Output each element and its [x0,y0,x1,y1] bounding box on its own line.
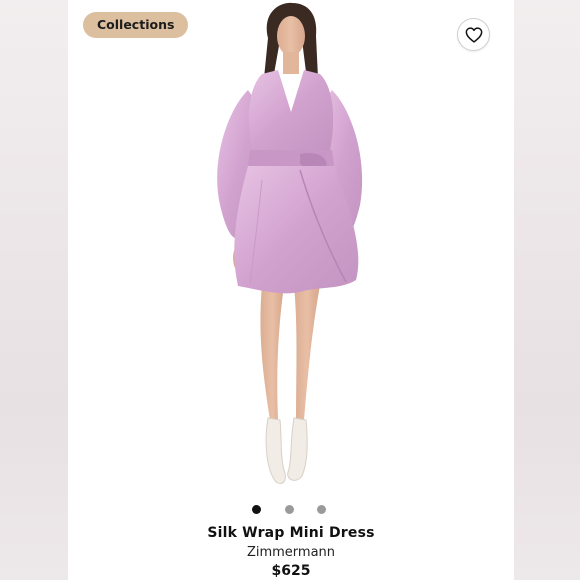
product-image[interactable] [150,0,430,500]
product-title[interactable]: Silk Wrap Mini Dress [68,525,514,541]
pagination-dot-3[interactable] [317,505,326,514]
pagination-dot-1[interactable] [252,505,261,514]
image-pagination [252,505,328,515]
product-price: $625 [271,563,311,579]
product-brand[interactable]: Zimmermann [68,545,514,560]
favorite-button[interactable] [457,18,490,51]
background-right [510,0,580,580]
pagination-dot-2[interactable] [285,505,294,514]
heart-outline-icon [465,26,482,43]
background-left [0,0,70,580]
